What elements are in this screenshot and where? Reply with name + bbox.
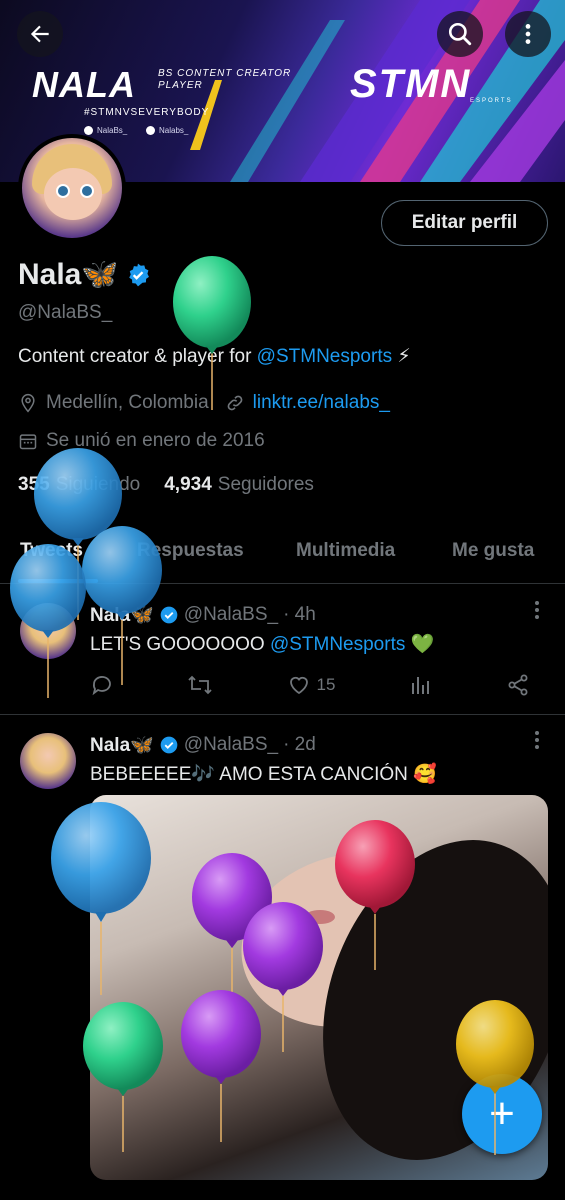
balloon-pink (335, 820, 415, 970)
balloon-blue (82, 526, 162, 685)
balloon-blue (10, 544, 86, 698)
balloon-purple (181, 990, 261, 1142)
balloon-yellow (456, 1000, 534, 1155)
balloon-green (173, 256, 251, 410)
balloon-blue (51, 802, 151, 995)
balloon-green (83, 1002, 163, 1152)
